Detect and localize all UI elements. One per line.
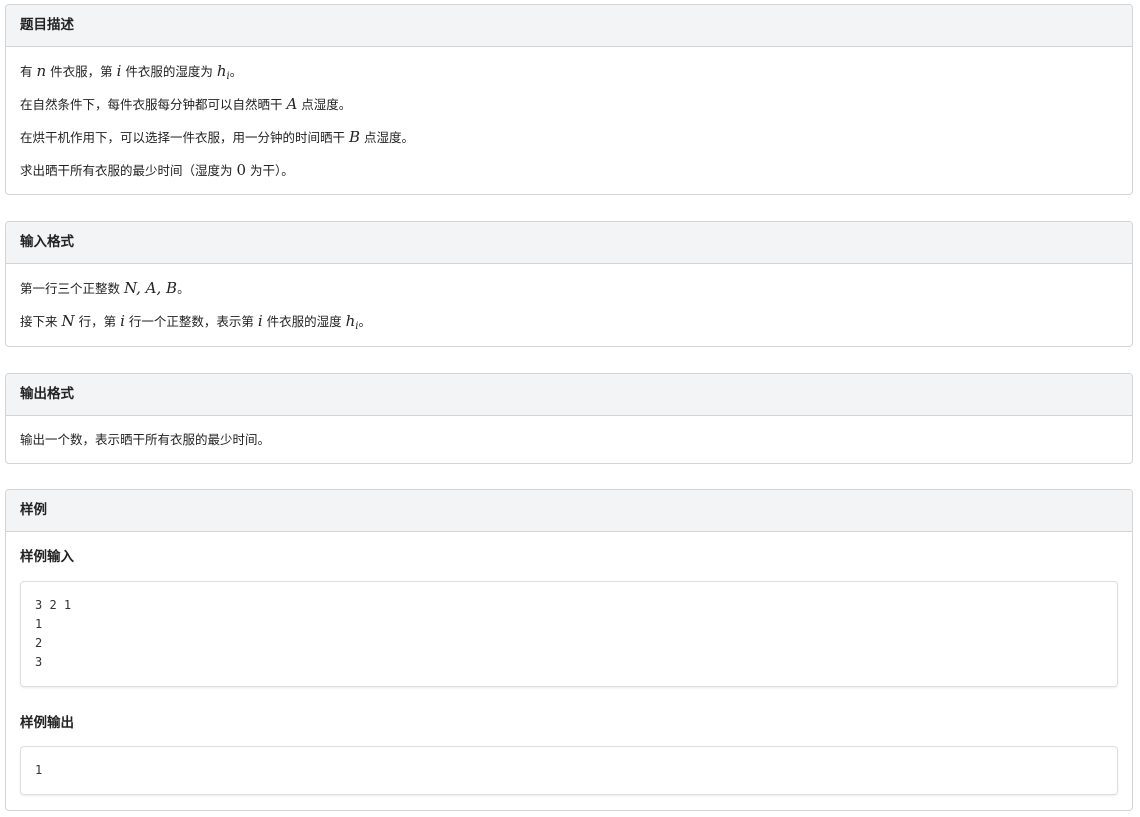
- text: 件衣服，第: [46, 64, 117, 79]
- sample-output-code[interactable]: 1: [20, 746, 1118, 795]
- description-panel: 题目描述 有 n 件衣服，第 i 件衣服的湿度为 hi。 在自然条件下，每件衣服…: [5, 4, 1133, 195]
- description-body: 有 n 件衣服，第 i 件衣服的湿度为 hi。 在自然条件下，每件衣服每分钟都可…: [6, 47, 1132, 193]
- text: 件衣服的湿度为: [121, 64, 217, 79]
- input-format-body: 第一行三个正整数 N, A, B。 接下来 N 行，第 i 行一个正整数，表示第…: [6, 264, 1132, 344]
- math-A: A: [286, 95, 298, 113]
- description-line-2: 在自然条件下，每件衣服每分钟都可以自然晒干 A 点湿度。: [20, 94, 1118, 127]
- math-zero: 0: [236, 161, 247, 179]
- output-format-panel: 输出格式 输出一个数，表示晒干所有衣服的最少时间。: [5, 373, 1133, 464]
- text: 在自然条件下，每件衣服每分钟都可以自然晒干: [20, 97, 287, 112]
- output-format-title: 输出格式: [6, 374, 1132, 416]
- input-format-line-1: 第一行三个正整数 N, A, B。: [20, 278, 1118, 311]
- description-line-4: 求出晒干所有衣服的最少时间（湿度为 0 为干）。: [20, 160, 1118, 193]
- output-format-body: 输出一个数，表示晒干所有衣服的最少时间。: [6, 416, 1132, 463]
- math-B: B: [348, 128, 361, 146]
- samples-title: 样例: [6, 490, 1132, 532]
- text: 第一行三个正整数: [20, 281, 124, 296]
- problem-page: 题目描述 有 n 件衣服，第 i 件衣服的湿度为 hi。 在自然条件下，每件衣服…: [0, 0, 1140, 817]
- input-format-panel: 输入格式 第一行三个正整数 N, A, B。 接下来 N 行，第 i 行一个正整…: [5, 221, 1133, 347]
- input-format-title: 输入格式: [6, 222, 1132, 264]
- samples-panel: 样例 样例输入 3 2 1 1 2 3 样例输出 1: [5, 489, 1133, 811]
- output-format-line-1: 输出一个数，表示晒干所有衣服的最少时间。: [20, 432, 271, 447]
- sample-output-title: 样例输出: [20, 715, 74, 731]
- text: 接下来: [20, 314, 62, 329]
- text: 。: [358, 314, 371, 329]
- sample-input-title: 样例输入: [20, 549, 74, 565]
- text: 有: [20, 64, 37, 79]
- text: 件衣服的湿度: [262, 314, 346, 329]
- math-n: n: [36, 62, 47, 80]
- samples-body: 样例输入 3 2 1 1 2 3 样例输出 1: [6, 532, 1132, 795]
- math-N: N: [61, 312, 75, 330]
- text: 。: [229, 64, 243, 79]
- math-N-A-B: N, A, B: [123, 279, 178, 297]
- text: 点湿度。: [360, 130, 414, 145]
- text: 。: [177, 281, 190, 296]
- math-h: h: [216, 62, 227, 80]
- sample-input-code[interactable]: 3 2 1 1 2 3: [20, 581, 1118, 687]
- text: 在烘干机作用下，可以选择一件衣服，用一分钟的时间晒干: [20, 130, 349, 145]
- math-h: h: [345, 312, 356, 330]
- text: 点湿度。: [297, 97, 352, 112]
- description-title: 题目描述: [6, 5, 1132, 47]
- description-line-3: 在烘干机作用下，可以选择一件衣服，用一分钟的时间晒干 B 点湿度。: [20, 127, 1118, 160]
- text: 为干）。: [246, 163, 294, 178]
- text: 行，第: [74, 314, 121, 329]
- description-line-1: 有 n 件衣服，第 i 件衣服的湿度为 hi。: [20, 61, 1118, 94]
- text: 求出晒干所有衣服的最少时间（湿度为: [20, 163, 237, 178]
- text: 行一个正整数，表示第: [124, 314, 258, 329]
- input-format-line-2: 接下来 N 行，第 i 行一个正整数，表示第 i 件衣服的湿度 hi。: [20, 311, 1118, 344]
